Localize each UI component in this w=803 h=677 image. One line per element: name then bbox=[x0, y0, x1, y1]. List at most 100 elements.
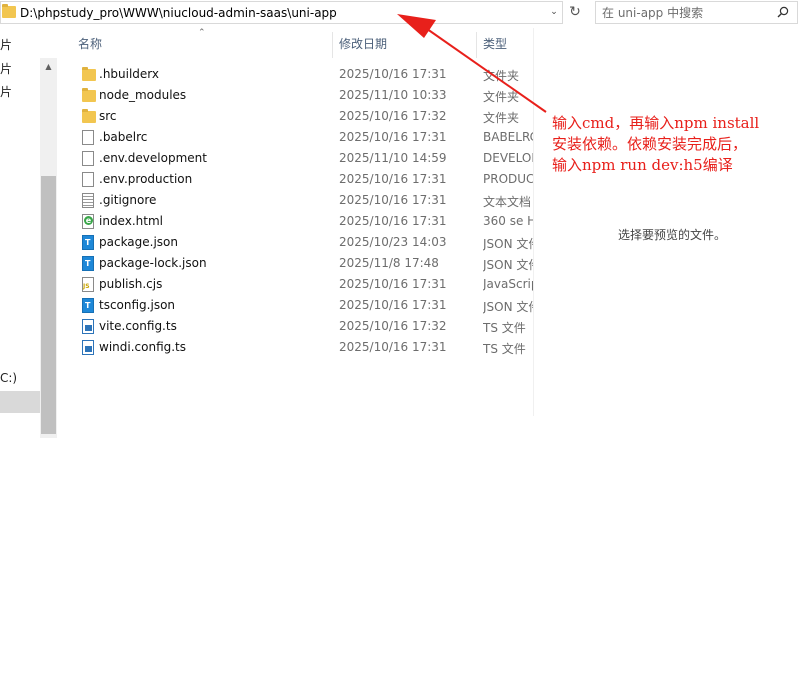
file-type: JSON 文件 bbox=[483, 237, 534, 251]
annotation-text: 输入cmd，再输入npm install 安装依赖。依赖安装完成后， 输入npm… bbox=[552, 113, 803, 176]
column-divider[interactable] bbox=[332, 32, 333, 58]
preview-message: 选择要预览的文件。 bbox=[618, 228, 727, 242]
file-name[interactable]: package-lock.json bbox=[99, 256, 207, 270]
file-row[interactable]: .env.production 2025/10/16 17:31 PRODUCTIO… bbox=[64, 169, 534, 190]
file-row[interactable]: .babelrc 2025/10/16 17:31 BABELRC bbox=[64, 127, 534, 148]
text-file-icon bbox=[82, 193, 94, 208]
file-name[interactable]: index.html bbox=[99, 214, 163, 228]
file-modified-date: 2025/10/16 17:31 bbox=[339, 193, 447, 207]
navigation-pane[interactable]: 片 片 片 C:) ▲ bbox=[0, 28, 57, 438]
chevron-down-icon[interactable]: ⌄ bbox=[546, 2, 562, 23]
file-row[interactable]: tsconfig.json 2025/10/16 17:31 JSON 文件 bbox=[64, 295, 534, 316]
js-file-icon bbox=[82, 277, 94, 292]
file-row[interactable]: package-lock.json 2025/11/8 17:48 JSON 文件 bbox=[64, 253, 534, 274]
html-file-icon bbox=[82, 214, 94, 229]
json-file-icon bbox=[82, 235, 94, 250]
file-type: TS 文件 bbox=[483, 342, 526, 356]
column-header-type[interactable]: 类型 bbox=[483, 28, 507, 60]
annotation-line: 安装依赖。依赖安装完成后， bbox=[552, 135, 748, 153]
file-row[interactable]: index.html 2025/10/16 17:31 360 se HTML bbox=[64, 211, 534, 232]
file-row[interactable]: node_modules 2025/11/10 10:33 文件夹 bbox=[64, 85, 534, 106]
file-row[interactable]: windi.config.ts 2025/10/16 17:31 TS 文件 bbox=[64, 337, 534, 358]
address-path[interactable]: D:\phpstudy_pro\WWW\niucloud-admin-saas\… bbox=[20, 6, 337, 20]
file-modified-date: 2025/10/16 17:31 bbox=[339, 214, 447, 228]
nav-item[interactable]: 片 bbox=[0, 36, 12, 53]
file-modified-date: 2025/10/16 17:31 bbox=[339, 298, 447, 312]
scroll-up-icon[interactable]: ▲ bbox=[40, 60, 57, 74]
file-row[interactable]: package.json 2025/10/23 14:03 JSON 文件 bbox=[64, 232, 534, 253]
file-type: 文件夹 bbox=[483, 90, 520, 104]
search-icon[interactable] bbox=[777, 6, 789, 18]
file-type: 文件夹 bbox=[483, 111, 520, 125]
annotation-line: 输入npm run dev:h5编译 bbox=[552, 156, 733, 174]
search-box[interactable] bbox=[595, 1, 798, 24]
file-icon bbox=[82, 130, 94, 145]
file-row[interactable]: .env.development 2025/11/10 14:59 DEVELOPM… bbox=[64, 148, 534, 169]
nav-scrollbar[interactable]: ▲ bbox=[40, 58, 57, 438]
file-type: 文本文档 bbox=[483, 195, 532, 209]
file-name[interactable]: .hbuilderx bbox=[99, 67, 159, 81]
json-file-icon bbox=[82, 256, 94, 271]
file-name[interactable]: .env.development bbox=[99, 151, 207, 165]
file-row[interactable]: src 2025/10/16 17:32 文件夹 bbox=[64, 106, 534, 127]
file-type: JavaScript bbox=[483, 277, 534, 291]
file-row[interactable]: .gitignore 2025/10/16 17:31 文本文档 bbox=[64, 190, 534, 211]
file-modified-date: 2025/10/16 17:31 bbox=[339, 67, 447, 81]
file-modified-date: 2025/10/23 14:03 bbox=[339, 235, 447, 249]
folder-icon bbox=[82, 109, 96, 123]
scrollbar-thumb[interactable] bbox=[41, 176, 56, 434]
ts-file-icon bbox=[82, 319, 94, 334]
file-icon bbox=[82, 151, 94, 166]
file-type: TS 文件 bbox=[483, 321, 526, 335]
ts-file-icon bbox=[82, 340, 94, 355]
file-type: 360 se HTML bbox=[483, 214, 534, 228]
file-type: DEVELOPMENT bbox=[483, 151, 534, 165]
file-name[interactable]: src bbox=[99, 109, 117, 123]
nav-item[interactable]: 片 bbox=[0, 60, 12, 77]
nav-selected-item[interactable] bbox=[0, 391, 40, 413]
file-name[interactable]: vite.config.ts bbox=[99, 319, 177, 333]
refresh-icon[interactable]: ↻ bbox=[566, 3, 584, 22]
file-modified-date: 2025/10/16 17:31 bbox=[339, 172, 447, 186]
file-row[interactable]: publish.cjs 2025/10/16 17:31 JavaScript bbox=[64, 274, 534, 295]
nav-item[interactable]: 片 bbox=[0, 83, 12, 100]
file-modified-date: 2025/10/16 17:32 bbox=[339, 109, 447, 123]
file-name[interactable]: windi.config.ts bbox=[99, 340, 186, 354]
file-name[interactable]: package.json bbox=[99, 235, 178, 249]
column-divider[interactable] bbox=[476, 32, 477, 58]
annotation-line: 输入cmd，再输入npm install bbox=[552, 114, 760, 132]
nav-item-drive-c[interactable]: C:) bbox=[0, 371, 17, 385]
file-modified-date: 2025/10/16 17:31 bbox=[339, 130, 447, 144]
file-modified-date: 2025/10/16 17:31 bbox=[339, 277, 447, 291]
search-input[interactable] bbox=[602, 5, 772, 21]
file-list[interactable]: ⌃ 名称 修改日期 类型 .hbuilderx 2025/10/16 17:31 文… bbox=[64, 28, 534, 418]
file-type: 文件夹 bbox=[483, 69, 520, 83]
pane-divider[interactable] bbox=[533, 28, 534, 416]
folder-icon bbox=[82, 88, 96, 102]
file-name[interactable]: tsconfig.json bbox=[99, 298, 175, 312]
file-row[interactable]: vite.config.ts 2025/10/16 17:32 TS 文件 bbox=[64, 316, 534, 337]
column-header-name[interactable]: 名称 bbox=[78, 28, 102, 60]
file-icon bbox=[82, 172, 94, 187]
file-name[interactable]: .babelrc bbox=[99, 130, 147, 144]
file-type: PRODUCTION bbox=[483, 172, 534, 186]
json-file-icon bbox=[82, 298, 94, 313]
column-header-date[interactable]: 修改日期 bbox=[339, 28, 387, 60]
sort-ascending-icon: ⌃ bbox=[198, 28, 206, 38]
file-modified-date: 2025/11/10 14:59 bbox=[339, 151, 447, 165]
file-row[interactable]: .hbuilderx 2025/10/16 17:31 文件夹 bbox=[64, 64, 534, 85]
folder-icon bbox=[2, 4, 16, 18]
file-name[interactable]: .gitignore bbox=[99, 193, 156, 207]
file-modified-date: 2025/11/10 10:33 bbox=[339, 88, 447, 102]
file-modified-date: 2025/10/16 17:32 bbox=[339, 319, 447, 333]
folder-icon bbox=[82, 67, 96, 81]
file-type: BABELRC bbox=[483, 130, 534, 144]
file-modified-date: 2025/10/16 17:31 bbox=[339, 340, 447, 354]
file-type: JSON 文件 bbox=[483, 258, 534, 272]
file-modified-date: 2025/11/8 17:48 bbox=[339, 256, 439, 270]
file-name[interactable]: node_modules bbox=[99, 88, 186, 102]
address-bar[interactable]: D:\phpstudy_pro\WWW\niucloud-admin-saas\… bbox=[0, 1, 563, 24]
file-name[interactable]: .env.production bbox=[99, 172, 192, 186]
file-name[interactable]: publish.cjs bbox=[99, 277, 162, 291]
file-type: JSON 文件 bbox=[483, 300, 534, 314]
